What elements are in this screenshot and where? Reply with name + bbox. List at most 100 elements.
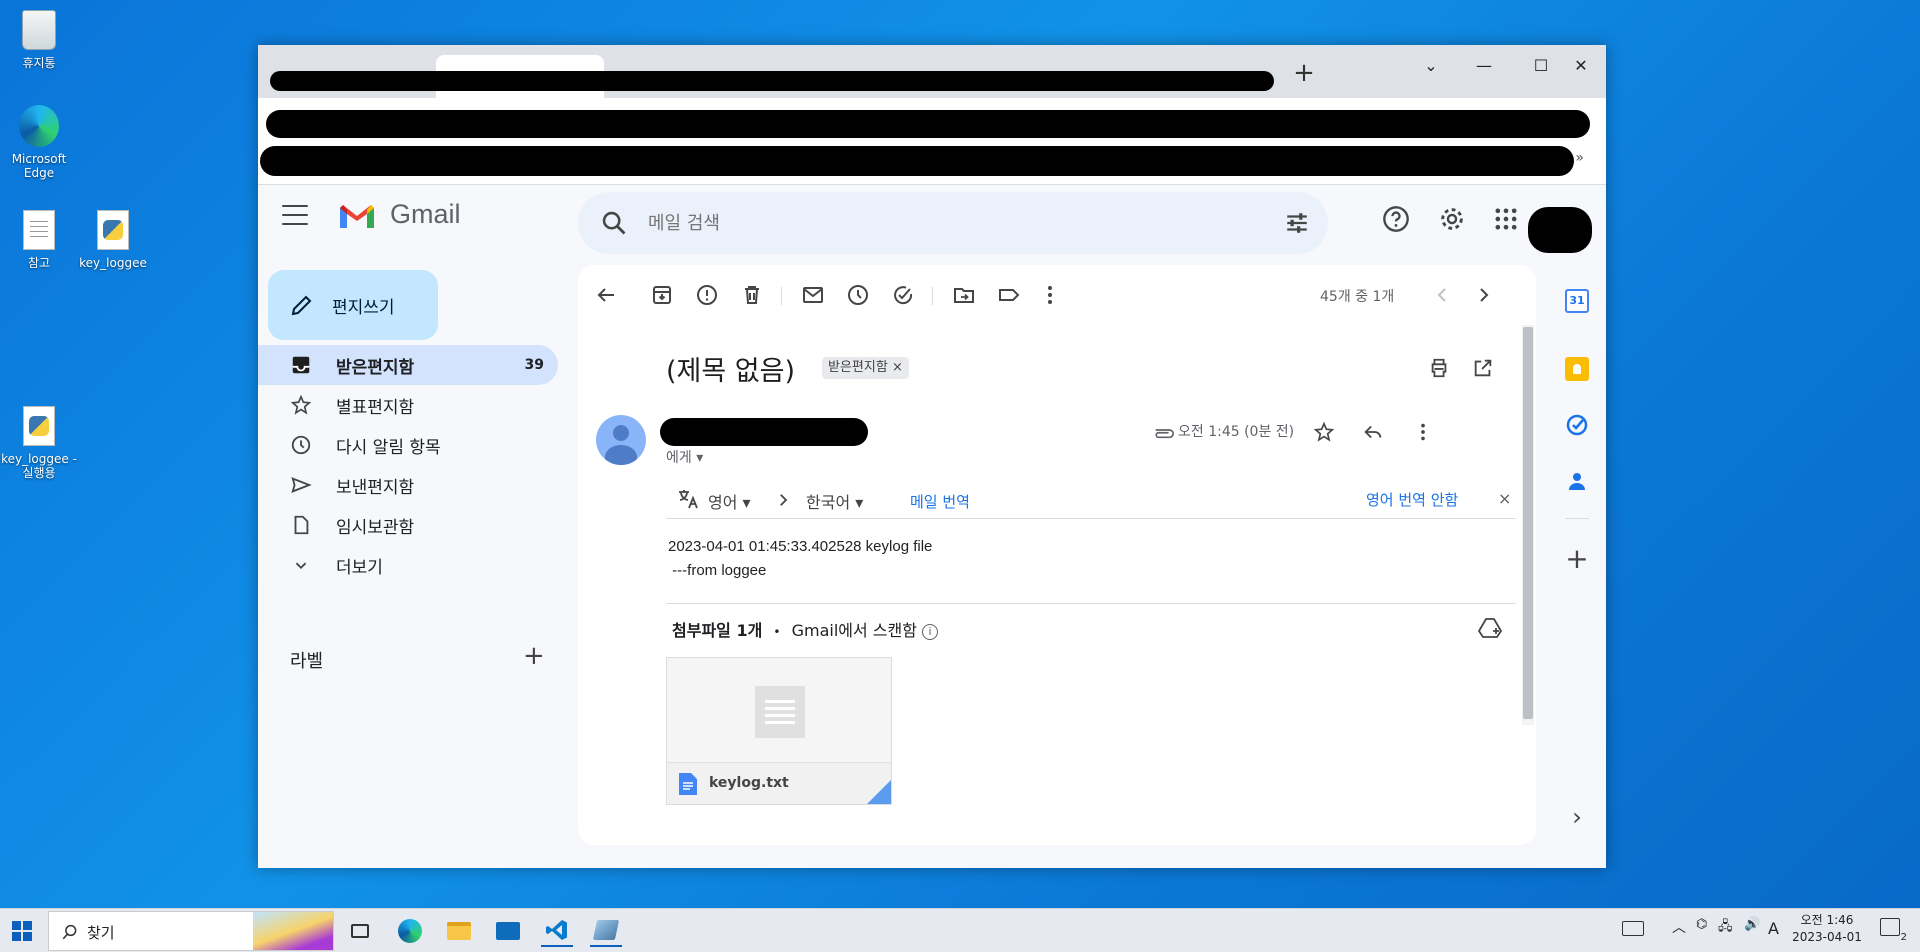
docs-file-icon [679,773,697,795]
unread-count: 39 [524,357,544,373]
translate-message-link[interactable]: 메일 번역 [910,491,970,512]
meeting-icon[interactable]: ⌬ [1696,917,1707,932]
edge-icon [19,104,59,148]
main-menu-icon[interactable] [282,205,308,225]
desktop-icon-key-loggee-run[interactable]: key_loggee - 실행용 [0,404,78,480]
edge-taskbar-icon[interactable] [394,915,426,947]
task-view-icon[interactable] [344,915,376,947]
star-icon [290,394,312,415]
label-tag-icon[interactable] [997,283,1021,307]
search-bar[interactable] [578,192,1328,254]
mark-unread-icon[interactable] [801,283,825,307]
desktop-icon-reference[interactable]: 참고 [0,208,78,270]
close-translate-button[interactable]: × [1498,489,1511,508]
star-icon[interactable] [1313,421,1335,443]
keyboard-icon[interactable] [1622,921,1644,936]
more-vert-icon[interactable] [1038,283,1062,307]
minimize-button[interactable]: — [1461,51,1507,81]
message-subject: (제목 없음) [666,356,796,387]
new-tab-button[interactable]: + [1288,58,1320,90]
contacts-icon[interactable] [1565,469,1589,493]
get-addons-button[interactable]: + [1565,545,1589,573]
sidebar-item-drafts[interactable]: 임시보관함 [258,505,558,545]
target-language-select[interactable]: 한국어 ▾ [806,489,863,513]
desktop-icon-key-loggee[interactable]: key_loggee [74,208,152,270]
apps-grid-icon[interactable] [1492,205,1520,233]
sidebar-item-inbox[interactable]: 받은편지함 39 [258,345,558,385]
sidebar-item-label: 더보기 [336,557,383,578]
file-explorer-icon[interactable] [443,915,475,947]
windows-start-icon[interactable] [12,921,32,941]
taskbar-clock[interactable]: 오전 1:46 2023-04-01 [1784,912,1870,946]
search-highlight-image [253,912,333,950]
network-icon[interactable]: 🖧 [1718,917,1733,939]
attachment-card[interactable]: keylog.txt [666,657,892,805]
move-to-icon[interactable] [952,283,976,307]
scrollbar-thumb[interactable] [1523,327,1533,719]
compose-button[interactable]: 편지쓰기 [268,270,438,340]
desktop-icon-recycle-bin[interactable]: 휴지통 [0,8,78,70]
recipient-line[interactable]: 에게 ▾ [666,447,703,467]
sidebar-item-sent[interactable]: 보낸편지함 [258,465,558,505]
show-hidden-icons-chevron-up-icon[interactable]: ︿ [1672,917,1686,937]
translate-icon [679,490,698,509]
delete-icon[interactable] [740,283,764,307]
search-input[interactable] [648,208,1248,238]
close-button[interactable]: ✕ [1558,51,1604,81]
calendar-icon[interactable]: 31 [1565,289,1589,313]
translate-bar: 영어 ▾ 한국어 ▾ 메일 번역 영어 번역 안함 × [666,479,1516,519]
mail-icon[interactable] [492,915,524,947]
redacted-tabs [270,71,1274,91]
volume-icon[interactable]: 🔊 [1744,917,1760,932]
keep-icon[interactable] [1565,357,1589,381]
back-arrow-icon[interactable] [594,283,618,307]
pagination-text: 45개 중 1개 [1320,289,1395,305]
scrollbar[interactable] [1522,325,1534,725]
snooze-clock-icon[interactable] [846,283,870,307]
newer-chevron-left-icon[interactable] [1430,283,1454,307]
settings-gear-icon[interactable] [1438,205,1466,233]
sidebar-item-more[interactable]: 더보기 [258,545,558,585]
labels-header: 라벨 [290,651,324,672]
search-icon[interactable] [600,209,628,237]
taskbar-search-box[interactable]: 찾기 [48,911,334,951]
expand-panel-button[interactable]: › [1565,805,1589,829]
more-vert-icon[interactable] [1412,421,1434,443]
search-options-icon[interactable] [1284,210,1310,236]
info-icon[interactable]: i [922,623,939,640]
archive-icon[interactable] [650,283,674,307]
desktop-icon-edge[interactable]: Microsoft Edge [0,104,78,180]
gmail-header: Gmail [258,185,1606,255]
report-spam-icon[interactable] [695,283,719,307]
account-avatar-redacted[interactable] [1528,207,1592,253]
label-chip: 받은편지함 × [822,357,909,379]
message-time: 오전 1:45 (0분 전) [1178,424,1295,440]
clock-time: 오전 1:46 [1800,913,1854,927]
vscode-icon[interactable] [541,915,573,947]
label-chip-remove-button[interactable]: × [892,360,903,375]
sidebar-item-label: 받은편지함 [336,357,415,378]
add-label-button[interactable]: + [523,641,545,671]
sidebar-item-snoozed[interactable]: 다시 알림 항목 [258,425,558,465]
tasks-icon[interactable] [1565,413,1589,437]
python-file-icon [19,404,59,448]
older-chevron-right-icon[interactable] [1472,283,1496,307]
inbox-icon [292,356,310,374]
input-method-indicator[interactable]: A [1768,919,1779,938]
browser-taskbar-icon[interactable] [590,915,622,947]
attachment-footer: keylog.txt [667,762,891,804]
bookmarks-overflow-button[interactable]: » [1575,150,1584,166]
calendar-day: 31 [1565,289,1589,313]
notification-icon[interactable]: 2 [1880,918,1907,943]
open-new-window-icon[interactable] [1472,357,1494,379]
add-to-tasks-icon[interactable] [891,283,915,307]
never-translate-link[interactable]: 영어 번역 안함 [1366,489,1458,510]
save-to-drive-icon[interactable] [1478,617,1502,639]
tab-search-button[interactable]: ⌄ [1408,51,1454,81]
print-icon[interactable] [1428,357,1450,379]
help-icon[interactable] [1382,205,1410,233]
clock-icon [291,435,311,455]
sidebar-item-starred[interactable]: 별표편지함 [258,385,558,425]
source-language-select[interactable]: 영어 ▾ [708,489,751,513]
reply-icon[interactable] [1362,421,1384,443]
